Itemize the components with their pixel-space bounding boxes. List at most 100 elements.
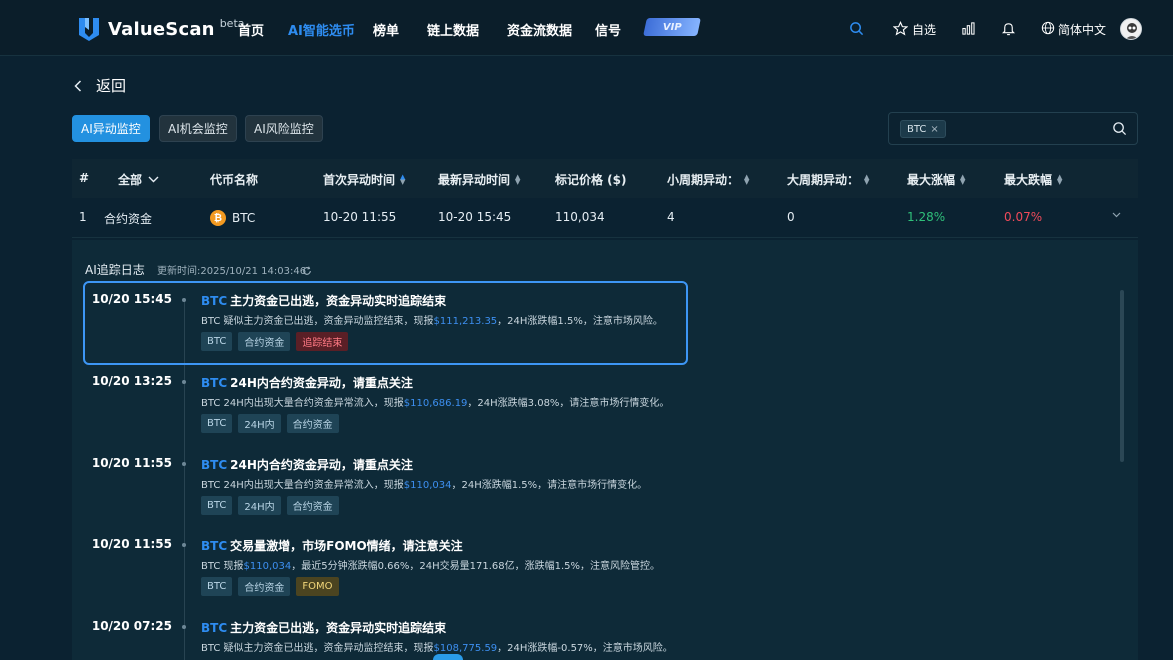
row-small-cycle: 4 — [667, 210, 675, 224]
favorites-link[interactable]: 自选 — [912, 21, 936, 38]
log-entry-desc-text: ，最近5分钟涨跌幅0.66%，24H交易量171.68亿，涨跌幅1.5%，注意风… — [291, 561, 661, 572]
log-entry-time: 10/20 11:55 — [91, 456, 172, 470]
tag-badge: 24H内 — [238, 414, 281, 433]
tag-badge: BTC — [201, 414, 233, 433]
log-entry-title: BTC 交易量激增，市场FOMO情绪，请注意关注 — [201, 537, 463, 554]
col-type-filter[interactable]: 全部 — [118, 171, 159, 188]
nav-signals[interactable]: 信号 — [595, 20, 621, 39]
row-large-cycle: 0 — [787, 210, 795, 224]
log-entry-description: BTC 现报$110,034，最近5分钟涨跌幅0.66%，24H交易量171.6… — [201, 557, 660, 572]
row-coin: ₿ BTC — [210, 210, 255, 226]
col-max-fall-label: 最大跌幅 — [1004, 173, 1053, 187]
log-entry-price: $108,775.59 — [433, 643, 498, 654]
log-scrollbar[interactable] — [1120, 290, 1124, 462]
vip-label: VIP — [662, 21, 682, 33]
log-entry-symbol[interactable]: BTC — [201, 376, 227, 390]
sort-icon: ▲ ▼ — [744, 172, 750, 186]
expand-chevron-icon[interactable] — [1112, 212, 1121, 218]
col-coin-name: 代币名称 — [210, 173, 259, 187]
search-input[interactable]: BTC × — [888, 112, 1138, 145]
nav-rankings[interactable]: 榜单 — [373, 20, 399, 39]
avatar[interactable] — [1120, 18, 1142, 40]
col-large-cycle-label: 大周期异动： — [787, 173, 860, 187]
table-row[interactable]: 1 合约资金 ₿ BTC 10-20 11:55 10-20 15:45 110… — [72, 198, 1138, 238]
tag-badge: 合约资金 — [238, 577, 291, 596]
col-index: # — [79, 171, 90, 185]
log-entry-time: 10/20 07:25 — [91, 619, 172, 633]
row-coin-name: BTC — [232, 211, 256, 225]
sort-icon: ▲ ▼ — [515, 172, 521, 186]
tag-badge: 合约资金 — [286, 414, 339, 433]
log-entry-title: BTC 24H内合约资金异动，请重点关注 — [201, 374, 413, 391]
brand-name: ValueScan — [108, 18, 215, 40]
ai-tracking-log-panel: AI追踪日志 更新时间:2025/10/21 14:03:46 10/20 15… — [72, 240, 1138, 660]
log-entry-desc-text: BTC 24H内出现大量合约资金异常流入，现报 — [201, 480, 404, 491]
log-updated-time: 更新时间:2025/10/21 14:03:46 — [157, 266, 307, 277]
table-header: # 全部 代币名称 首次异动时间 ▲ ▼ 最新异动时间 ▲ ▼ 标记价格 ($) 小… — [72, 159, 1138, 198]
log-entry-title: BTC 主力资金已出逃，资金异动实时追踪结束 — [201, 619, 446, 636]
col-first-time-label: 首次异动时间 — [323, 173, 396, 187]
tag-badge: 24H内 — [238, 496, 281, 515]
nav-home[interactable]: 首页 — [238, 20, 264, 39]
back-button[interactable]: 返回 — [74, 75, 126, 96]
row-type: 合约资金 — [104, 212, 153, 226]
chart-icon[interactable] — [958, 18, 978, 38]
log-entry-desc-text: BTC 现报 — [201, 561, 244, 572]
log-entry-desc-text: BTC 疑似主力资金已出逃，资金异动监控结束，现报 — [201, 643, 434, 654]
col-max-fall[interactable]: 最大跌幅 ▲ ▼ — [1004, 171, 1062, 188]
search-icon[interactable] — [1112, 121, 1127, 140]
log-entry-time: 10/20 13:25 — [91, 374, 172, 388]
col-latest-time[interactable]: 最新异动时间 ▲ ▼ — [438, 171, 520, 188]
col-large-cycle[interactable]: 大周期异动： ▲ ▼ — [787, 171, 869, 188]
col-max-rise-label: 最大涨幅 — [907, 173, 956, 187]
refresh-icon[interactable] — [302, 261, 312, 280]
tag-badge: FOMO — [296, 577, 339, 596]
nav-fund-flow[interactable]: 资金流数据 — [507, 20, 572, 39]
col-max-rise[interactable]: 最大涨幅 ▲ ▼ — [907, 171, 965, 188]
col-type-label: 全部 — [118, 173, 143, 187]
globe-icon[interactable] — [1038, 18, 1058, 38]
chevron-left-icon — [74, 79, 82, 92]
tag-badge: BTC — [201, 496, 233, 515]
row-max-fall: 0.07% — [1004, 210, 1043, 224]
row-price: 110,034 — [555, 210, 605, 224]
nav-onchain-data[interactable]: 链上数据 — [427, 20, 479, 39]
tag-badge: 合约资金 — [286, 496, 339, 515]
log-entry-symbol[interactable]: BTC — [201, 539, 227, 553]
log-entry-desc-text: ，24H涨跌幅-0.57%，注意市场风险。 — [497, 643, 673, 654]
floating-action-button[interactable] — [433, 654, 463, 660]
tab-ai-risk-monitor[interactable]: AI风险监控 — [245, 115, 323, 142]
chip-close-icon[interactable]: × — [930, 124, 938, 135]
log-entry-symbol[interactable]: BTC — [201, 458, 227, 472]
tag-badge: BTC — [201, 577, 233, 596]
col-small-cycle[interactable]: 小周期异动： ▲ ▼ — [667, 171, 749, 188]
col-mark-price: 标记价格 ($) — [555, 173, 627, 187]
log-entry-tags: BTC 合约资金 FOMO — [201, 577, 339, 596]
tab-ai-anomaly-monitor[interactable]: AI异动监控 — [72, 115, 150, 142]
row-latest-time: 10-20 15:45 — [438, 210, 512, 224]
back-label: 返回 — [96, 77, 127, 95]
log-entry-desc-text: ，24H涨跌幅3.08%，请注意市场行情变化。 — [467, 398, 670, 409]
log-entry-description: BTC 24H内出现大量合约资金异常流入，现报$110,686.19，24H涨跌… — [201, 394, 669, 409]
log-entry-symbol[interactable]: BTC — [201, 621, 227, 635]
bell-icon[interactable] — [998, 18, 1018, 38]
timeline-dot — [182, 625, 186, 629]
language-selector[interactable]: 简体中文 — [1058, 21, 1106, 38]
star-icon[interactable] — [890, 18, 910, 38]
timeline-dot — [182, 462, 186, 466]
col-first-time[interactable]: 首次异动时间 ▲ ▼ — [323, 171, 405, 188]
logo[interactable]: ValueScan beta — [78, 16, 245, 42]
bitcoin-icon: ₿ — [210, 210, 226, 226]
log-entry-tags: BTC 24H内 合约资金 — [201, 414, 339, 433]
log-entry-title-text: 24H内合约资金异动，请重点关注 — [230, 376, 413, 390]
row-max-rise: 1.28% — [907, 210, 946, 224]
tab-ai-opportunity-monitor[interactable]: AI机会监控 — [159, 115, 237, 142]
chevron-down-icon — [148, 176, 159, 183]
filter-chip-label: BTC — [907, 123, 927, 135]
user-avatar-icon — [1125, 23, 1139, 39]
log-entry-title: BTC 24H内合约资金异动，请重点关注 — [201, 456, 413, 473]
log-entry-title-text: 24H内合约资金异动，请重点关注 — [230, 458, 413, 472]
search-icon[interactable] — [846, 18, 866, 38]
nav-ai-coin-selection[interactable]: AI智能选币 — [288, 20, 355, 39]
vip-badge[interactable]: VIP — [643, 18, 701, 36]
